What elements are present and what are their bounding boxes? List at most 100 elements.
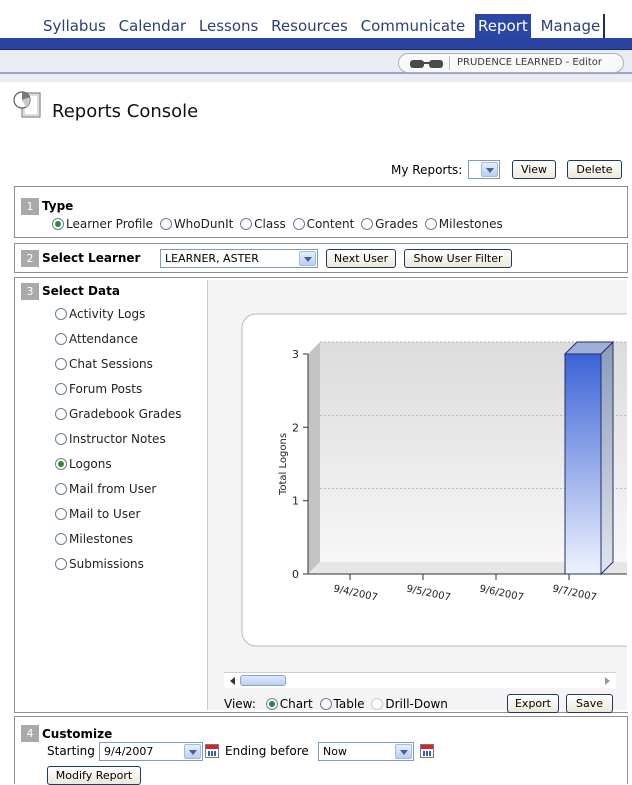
customize-section-title: Customize [42, 727, 113, 741]
data-option-submissions[interactable]: Submissions [55, 557, 144, 571]
type-whodunit-radio[interactable] [159, 218, 172, 230]
data-radio[interactable] [55, 383, 67, 395]
data-radio[interactable] [55, 558, 67, 570]
y-tick-label: 3 [292, 348, 299, 361]
data-option-chat-sessions[interactable]: Chat Sessions [55, 357, 153, 371]
nav-bar-stripe [0, 38, 632, 50]
data-option-gradebook-grades[interactable]: Gradebook Grades [55, 407, 182, 421]
type-options: Learner Profile WhoDunIt Class Content G… [52, 217, 506, 231]
data-option-label: Chat Sessions [69, 357, 153, 371]
data-radio[interactable] [55, 483, 67, 495]
user-badge[interactable]: PRUDENCE LEARNED - Editor [398, 53, 624, 73]
calendar-icon[interactable] [420, 744, 434, 758]
data-option-milestones[interactable]: Milestones [55, 532, 133, 546]
type-option-label: WhoDunIt [173, 217, 234, 231]
section-number-1: 1 [21, 198, 39, 215]
y-tick-label: 0 [292, 568, 299, 581]
tab-communicate[interactable]: Communicate [358, 14, 469, 38]
learner-section: 2 Select Learner LEARNER, ASTER Next Use… [14, 243, 628, 273]
data-radio[interactable] [55, 408, 67, 420]
data-radio[interactable] [55, 308, 67, 320]
data-option-mail-from-user[interactable]: Mail from User [55, 482, 156, 496]
bar-side [600, 340, 614, 576]
data-option-label: Submissions [69, 557, 144, 571]
data-radio[interactable] [55, 508, 67, 520]
my-reports-select[interactable] [468, 160, 500, 179]
export-button[interactable]: Export [507, 694, 559, 713]
next-user-button[interactable]: Next User [326, 249, 396, 268]
data-radio[interactable] [55, 433, 67, 445]
tab-report[interactable]: Report [475, 14, 531, 38]
data-option-label: Milestones [69, 532, 133, 546]
tab-manage[interactable]: Manage [537, 14, 606, 38]
type-option-label: Content [306, 217, 355, 231]
scroll-thumb[interactable] [240, 675, 286, 686]
scroll-right-icon[interactable] [605, 677, 610, 685]
type-option-label: Grades [375, 217, 418, 231]
chevron-down-icon[interactable] [481, 162, 498, 177]
data-option-label: Gradebook Grades [69, 407, 182, 421]
logons-chart: 0123Total Logons9/4/2007 9/5/2007 9/6/2007… [241, 313, 627, 647]
customize-section: 4 Customize Starting 9/4/2007 Ending bef… [14, 716, 628, 785]
data-option-attendance[interactable]: Attendance [55, 332, 138, 346]
scroll-left-icon[interactable] [230, 677, 235, 685]
type-learner-profile-radio[interactable] [52, 218, 64, 230]
starting-date-select[interactable]: 9/4/2007 [99, 742, 203, 761]
view-drilldown-radio [371, 698, 384, 710]
view-chart-radio[interactable] [265, 698, 278, 710]
user-name: PRUDENCE LEARNED - Editor [457, 57, 603, 68]
learner-select[interactable]: LEARNER, ASTER [160, 249, 318, 268]
chevron-down-icon[interactable] [184, 744, 201, 759]
data-option-forum-posts[interactable]: Forum Posts [55, 382, 142, 396]
type-class-radio[interactable] [240, 218, 253, 230]
chevron-down-icon[interactable] [299, 251, 316, 266]
show-user-filter-button[interactable]: Show User Filter [404, 249, 512, 268]
data-option-logons[interactable]: Logons [55, 457, 112, 471]
type-content-radio[interactable] [292, 218, 305, 230]
calendar-icon[interactable] [205, 744, 219, 758]
data-option-activity-logs[interactable]: Activity Logs [55, 307, 145, 321]
bar [564, 353, 602, 575]
chart-horizontal-scrollbar[interactable] [224, 672, 616, 688]
view-label: View: [224, 697, 256, 711]
starting-date-value: 9/4/2007 [104, 745, 154, 758]
tab-resources[interactable]: Resources [268, 14, 351, 38]
ending-label: Ending before [225, 744, 309, 758]
delete-report-button[interactable]: Delete [567, 160, 622, 179]
data-option-label: Logons [69, 457, 112, 471]
data-option-mail-to-user[interactable]: Mail to User [55, 507, 140, 521]
data-radio[interactable] [55, 333, 67, 345]
modify-report-button[interactable]: Modify Report [47, 766, 141, 785]
data-radio[interactable] [55, 458, 67, 470]
page-title: Reports Console [52, 101, 199, 122]
view-row: View: Chart Table Drill-Down [224, 697, 451, 711]
type-grades-radio[interactable] [361, 218, 374, 230]
data-radio[interactable] [55, 533, 67, 545]
tab-syllabus[interactable]: Syllabus [40, 14, 109, 38]
y-tick-label: 1 [292, 495, 299, 508]
chevron-down-icon[interactable] [395, 744, 412, 759]
tab-calendar[interactable]: Calendar [116, 14, 189, 38]
ending-date-value: Now [323, 745, 347, 758]
starting-label: Starting [47, 744, 95, 758]
learner-section-title: Select Learner [42, 251, 141, 265]
learner-select-value: LEARNER, ASTER [165, 252, 259, 265]
reports-console-icon [13, 91, 41, 118]
type-milestones-radio[interactable] [424, 218, 437, 230]
view-table-radio[interactable] [319, 698, 332, 710]
data-radio[interactable] [55, 358, 67, 370]
tab-lessons[interactable]: Lessons [196, 14, 261, 38]
data-option-label: Forum Posts [69, 382, 143, 396]
view-report-button[interactable]: View [512, 160, 556, 179]
save-button[interactable]: Save [566, 694, 613, 713]
data-option-label: Attendance [69, 332, 138, 346]
type-section: 1 Type Learner Profile WhoDunIt Class Co… [14, 186, 628, 238]
data-option-instructor-notes[interactable]: Instructor Notes [55, 432, 166, 446]
glasses-icon [410, 60, 443, 68]
type-option-label: Learner Profile [66, 217, 153, 231]
data-option-label: Activity Logs [69, 307, 146, 321]
type-option-label: Class [254, 217, 286, 231]
section-number-4: 4 [21, 725, 39, 742]
data-option-label: Mail to User [69, 507, 141, 521]
ending-date-select[interactable]: Now [318, 742, 414, 761]
